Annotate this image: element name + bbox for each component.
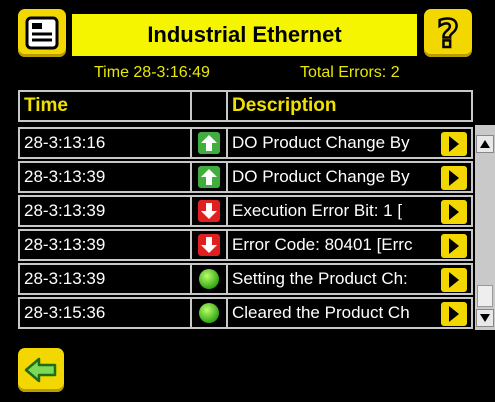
row-time: 28-3:13:16 — [18, 127, 192, 159]
event-log-table: Time Description 28-3:13:16 DO Product C… — [18, 90, 473, 329]
chevron-right-icon — [449, 306, 459, 322]
table-row[interactable]: 28-3:13:39 Execution Error Bit: 1 [ — [18, 195, 473, 227]
row-description-text: Cleared the Product Ch — [232, 303, 410, 322]
chevron-right-icon — [449, 204, 459, 220]
column-header-description: Description — [226, 90, 473, 122]
row-description: DO Product Change By — [226, 127, 473, 159]
scroll-up-button[interactable] — [476, 135, 494, 153]
row-time: 28-3:13:39 — [18, 195, 192, 227]
row-time: 28-3:13:39 — [18, 263, 192, 295]
details-button[interactable] — [441, 200, 467, 224]
down-arrow-icon — [198, 200, 220, 222]
triangle-down-icon — [480, 314, 490, 322]
row-description-text: Execution Error Bit: 1 [ — [232, 201, 403, 220]
row-description: Setting the Product Ch: — [226, 263, 473, 295]
title-bar: Industrial Ethernet — [72, 14, 417, 56]
details-button[interactable] — [441, 166, 467, 190]
scroll-down-button[interactable] — [476, 309, 494, 327]
total-errors: Total Errors: 2 — [300, 64, 400, 81]
column-header-icon — [190, 90, 228, 122]
chevron-right-icon — [449, 238, 459, 254]
table-row[interactable]: 28-3:13:16 DO Product Change By — [18, 127, 473, 159]
scrollbar[interactable] — [475, 125, 495, 330]
details-button[interactable] — [441, 302, 467, 326]
table-row[interactable]: 28-3:13:39 Error Code: 80401 [Errc — [18, 229, 473, 261]
row-status — [190, 161, 228, 193]
row-status — [190, 263, 228, 295]
row-status — [190, 195, 228, 227]
chevron-right-icon — [449, 136, 459, 152]
row-description-text: DO Product Change By — [232, 167, 410, 186]
row-time: 28-3:15:36 — [18, 297, 192, 329]
row-time: 28-3:13:39 — [18, 161, 192, 193]
row-status — [190, 127, 228, 159]
row-description-text: Setting the Product Ch: — [232, 269, 408, 288]
svg-text:?: ? — [437, 13, 459, 53]
scrollbar-thumb[interactable] — [477, 285, 493, 307]
table-row[interactable]: 28-3:13:39 DO Product Change By — [18, 161, 473, 193]
up-arrow-icon — [198, 132, 220, 154]
triangle-up-icon — [480, 140, 490, 148]
row-description: Error Code: 80401 [Errc — [226, 229, 473, 261]
back-button[interactable] — [18, 348, 64, 392]
green-dot-icon — [199, 269, 219, 289]
details-button[interactable] — [441, 132, 467, 156]
current-time: Time 28-3:16:49 — [94, 64, 210, 81]
menu-icon — [25, 16, 59, 50]
help-button[interactable]: ? — [424, 9, 472, 57]
row-description-text: Error Code: 80401 [Errc — [232, 235, 413, 254]
column-header-time: Time — [18, 90, 192, 122]
row-description: Cleared the Product Ch — [226, 297, 473, 329]
row-description: DO Product Change By — [226, 161, 473, 193]
details-button[interactable] — [441, 234, 467, 258]
page-title: Industrial Ethernet — [147, 22, 342, 47]
menu-button[interactable] — [18, 9, 66, 57]
table-row[interactable]: 28-3:13:39 Setting the Product Ch: — [18, 263, 473, 295]
back-arrow-icon — [24, 357, 57, 383]
row-status — [190, 297, 228, 329]
row-status — [190, 229, 228, 261]
row-time: 28-3:13:39 — [18, 229, 192, 261]
green-dot-icon — [199, 303, 219, 323]
chevron-right-icon — [449, 170, 459, 186]
up-arrow-icon — [198, 166, 220, 188]
row-description-text: DO Product Change By — [232, 133, 410, 152]
table-row[interactable]: 28-3:15:36 Cleared the Product Ch — [18, 297, 473, 329]
details-button[interactable] — [441, 268, 467, 292]
row-description: Execution Error Bit: 1 [ — [226, 195, 473, 227]
chevron-right-icon — [449, 272, 459, 288]
down-arrow-icon — [198, 234, 220, 256]
question-mark-icon: ? — [436, 13, 461, 53]
